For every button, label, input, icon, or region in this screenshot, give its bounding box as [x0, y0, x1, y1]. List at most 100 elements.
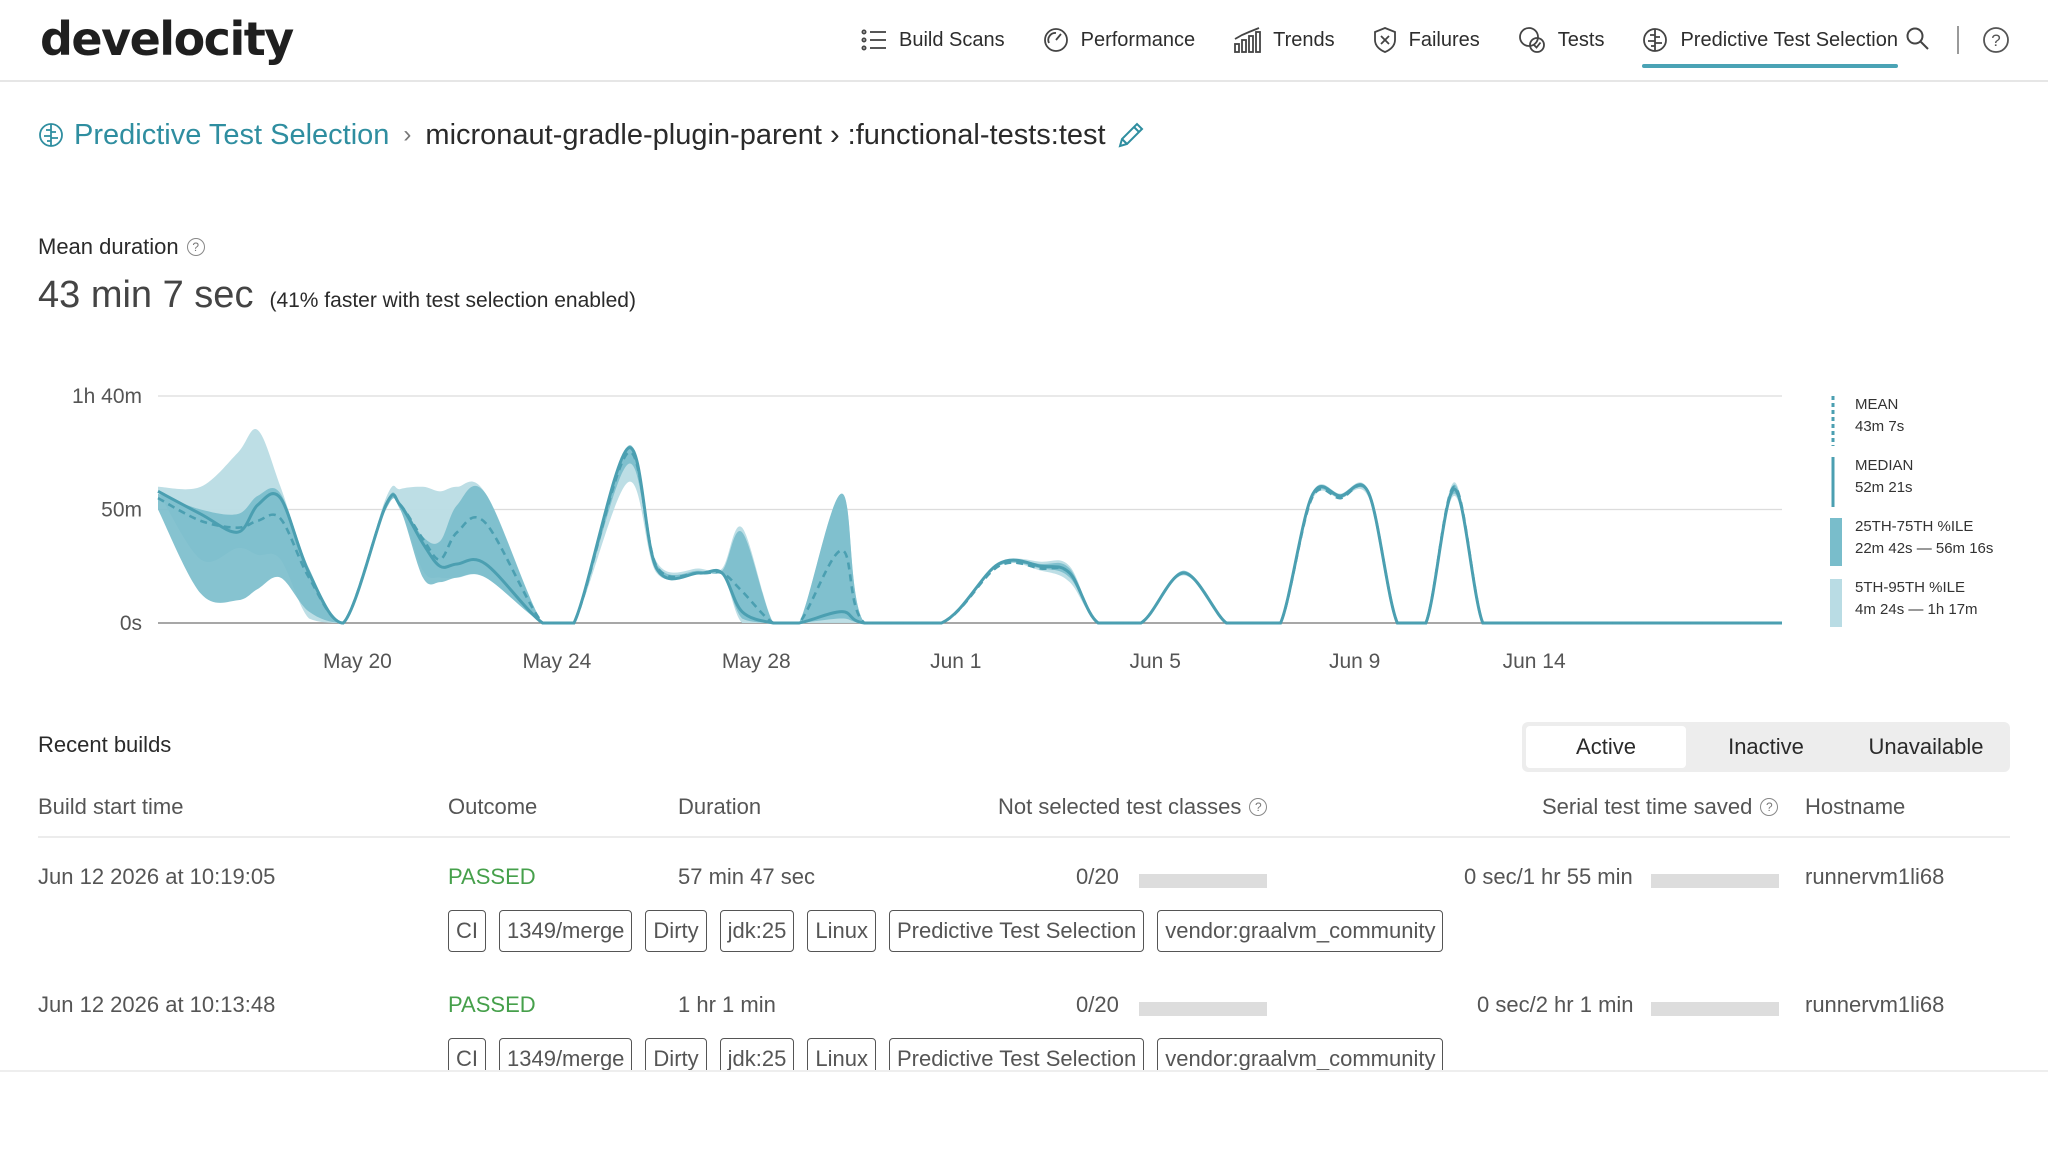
build-tag[interactable]: jdk:25	[719, 910, 795, 952]
nav-predictive-test-selection-label: Predictive Test Selection	[1680, 28, 1898, 51]
column-header-saved[interactable]: Serial test time saved ?	[1542, 794, 1779, 820]
chart-legend: MEAN 43m 7s MEDIAN 52m 21s 25TH-75TH %IL…	[1830, 394, 2040, 638]
nav-tests[interactable]: Tests	[1518, 0, 1605, 80]
help-button[interactable]: ?	[1982, 26, 2010, 59]
median-line	[157, 446, 1782, 625]
x-tick-label: Jun 1	[930, 650, 981, 673]
brain-icon	[1643, 28, 1668, 52]
legend-swatch-median	[1831, 457, 1835, 507]
help-icon: ?	[1983, 27, 2009, 53]
build-tag[interactable]: Linux	[807, 910, 876, 952]
nav-failures-label: Failures	[1408, 28, 1480, 51]
build-tags: CI 1349/merge Dirty jdk:25 Linux Predict…	[448, 1038, 1456, 1070]
legend-item-p25-75: 25TH-75TH %ILE 22m 42s — 56m 16s	[1830, 516, 2040, 577]
nav-build-scans[interactable]: Build Scans	[861, 0, 1005, 80]
legend-swatch-mean	[1831, 396, 1835, 446]
legend-name: 25TH-75TH %ILE	[1855, 518, 1974, 535]
build-start-time[interactable]: Jun 12 2026 at 10:19:05	[38, 864, 275, 890]
shield-x-icon	[1373, 27, 1396, 53]
build-tag[interactable]: Dirty	[645, 1038, 707, 1070]
top-navigation: develocity Build Scans Performance Trend…	[0, 0, 2048, 82]
build-start-time[interactable]: Jun 12 2026 at 10:13:48	[38, 992, 275, 1018]
edit-button[interactable]	[1116, 120, 1146, 150]
nav-divider	[1957, 26, 1959, 54]
column-header-outcome[interactable]: Outcome	[448, 794, 537, 820]
nav-build-scans-label: Build Scans	[899, 28, 1005, 51]
x-tick-label: May 28	[722, 650, 791, 673]
nav-trends[interactable]: Trends	[1233, 0, 1335, 80]
y-tick-label: 50m	[101, 499, 142, 522]
hostname: runnervm1li68	[1805, 864, 1945, 889]
filter-unavailable-button[interactable]: Unavailable	[1846, 726, 2006, 768]
builds-table-header: Build start time Outcome Duration Not se…	[38, 786, 2010, 838]
build-tag[interactable]: jdk:25	[719, 1038, 795, 1070]
build-tag[interactable]: CI	[448, 910, 486, 952]
recent-builds-title: Recent builds	[38, 732, 172, 757]
legend-item-p5-95: 5TH-95TH %ILE 4m 24s — 1h 17m	[1830, 577, 2040, 638]
breadcrumb-root-label: Predictive Test Selection	[74, 118, 390, 151]
nav-performance[interactable]: Performance	[1043, 0, 1196, 80]
legend-name: MEDIAN	[1855, 457, 1914, 474]
help-icon[interactable]: ?	[1760, 798, 1779, 816]
column-header-duration[interactable]: Duration	[678, 794, 761, 820]
filter-active-button[interactable]: Active	[1526, 726, 1686, 768]
nav-predictive-test-selection[interactable]: Predictive Test Selection	[1642, 0, 1898, 80]
duration-chart: 0s 50m 1h 40m May 20 May 24 May 28 Jun 1 Jun 5 J…	[0, 360, 1800, 680]
nav-performance-label: Performance	[1080, 28, 1196, 51]
nav-items: Build Scans Performance Trends Failures …	[861, 0, 1898, 80]
mean-duration-title: Mean duration	[38, 234, 179, 259]
breadcrumb-root-link[interactable]: Predictive Test Selection	[38, 119, 389, 152]
build-duration: 1 hr 1 min	[678, 992, 776, 1017]
help-icon[interactable]: ?	[186, 238, 205, 256]
serial-time-saved-bar	[1651, 1002, 1779, 1016]
build-duration: 57 min 47 sec	[678, 864, 815, 889]
bar-trend-icon	[1234, 27, 1262, 53]
nav-trends-label: Trends	[1273, 28, 1335, 51]
mean-duration-label: Mean duration ?	[38, 234, 205, 260]
brain-icon	[39, 123, 63, 147]
column-header-start[interactable]: Build start time	[38, 794, 184, 820]
hostname: runnervm1li68	[1805, 992, 1945, 1017]
legend-value: 52m 21s	[1855, 479, 1913, 496]
gauge-icon	[1043, 28, 1068, 52]
build-tag[interactable]: 1349/merge	[499, 910, 633, 952]
not-selected-count: 0/20	[1076, 992, 1119, 1017]
build-tag[interactable]: vendor:graalvm_community	[1157, 1038, 1444, 1070]
build-tag[interactable]: CI	[448, 1038, 486, 1070]
nav-tests-label: Tests	[1557, 28, 1605, 51]
column-header-not-selected[interactable]: Not selected test classes ?	[998, 794, 1268, 820]
search-icon	[1906, 27, 1929, 50]
filter-inactive-button[interactable]: Inactive	[1686, 726, 1846, 768]
pencil-icon	[1118, 122, 1143, 148]
build-filter-segmented-control: Active Inactive Unavailable	[1522, 722, 2010, 772]
help-icon[interactable]: ?	[1249, 798, 1268, 816]
x-tick-label: Jun 9	[1329, 650, 1380, 673]
search-button[interactable]	[1905, 26, 1931, 57]
mean-duration-value: 43 min 7 sec	[38, 274, 254, 316]
column-header-hostname[interactable]: Hostname	[1805, 794, 1905, 820]
legend-item-median: MEDIAN 52m 21s	[1830, 455, 2040, 516]
build-tag[interactable]: vendor:graalvm_community	[1157, 910, 1444, 952]
breadcrumb-project: micronaut-gradle-plugin-parent	[425, 118, 822, 151]
build-outcome: PASSED	[448, 864, 536, 889]
develocity-logo[interactable]: develocity	[40, 12, 294, 66]
x-tick-label: May 24	[522, 650, 591, 673]
build-tag[interactable]: Predictive Test Selection	[888, 910, 1145, 952]
table-row[interactable]: Jun 12 2026 at 10:13:48 PASSED 1 hr 1 mi…	[0, 968, 2048, 1070]
breadcrumb-separator: ›	[403, 121, 412, 148]
table-row[interactable]: Jun 12 2026 at 10:19:05 PASSED 57 min 47…	[0, 840, 2048, 968]
serial-time-saved: 0 sec/2 hr 1 min	[1477, 992, 1634, 1017]
legend-value: 43m 7s	[1855, 418, 1905, 435]
nav-failures[interactable]: Failures	[1373, 0, 1480, 80]
build-tag[interactable]: Dirty	[645, 910, 707, 952]
build-tag[interactable]: 1349/merge	[499, 1038, 633, 1070]
serial-time-saved: 0 sec/1 hr 55 min	[1464, 864, 1633, 889]
build-tag[interactable]: Linux	[807, 1038, 876, 1070]
build-tag[interactable]: Predictive Test Selection	[888, 1038, 1145, 1070]
y-tick-label: 1h 40m	[72, 385, 142, 408]
mean-duration-value-row: 43 min 7 sec (41% faster with test selec…	[38, 274, 636, 317]
column-header-saved-label: Serial test time saved	[1542, 794, 1753, 819]
svg-text:?: ?	[1991, 31, 2000, 50]
legend-name: 5TH-95TH %ILE	[1855, 579, 1966, 596]
legend-name: MEAN	[1855, 396, 1899, 413]
